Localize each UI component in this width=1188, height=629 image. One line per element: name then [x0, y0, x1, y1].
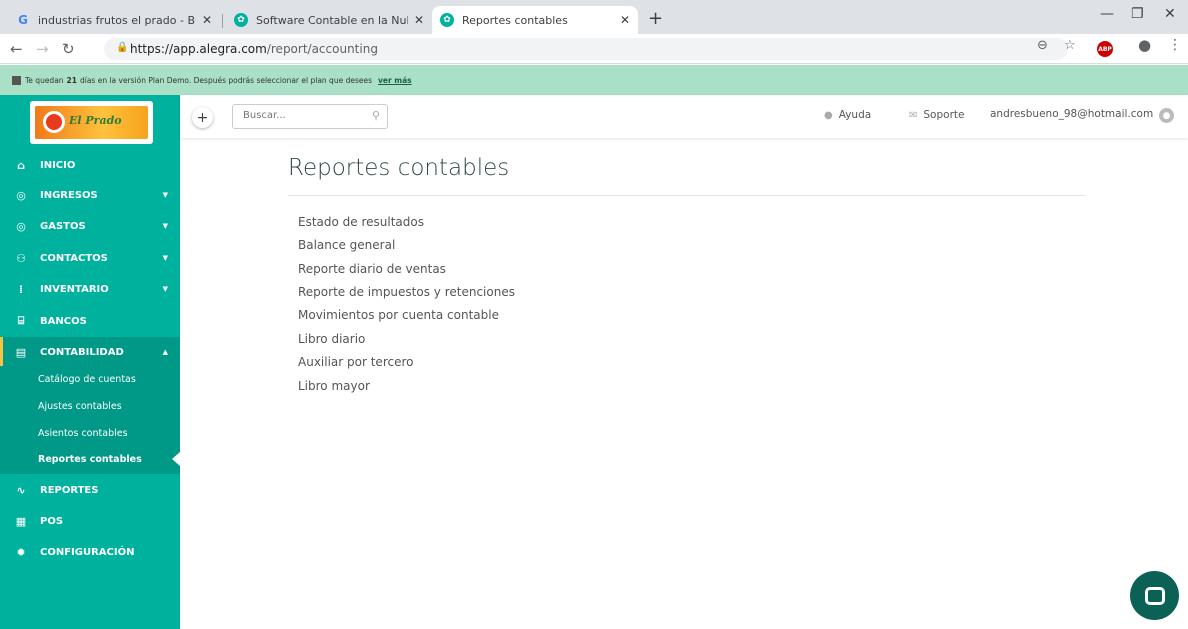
minimize-button[interactable]: —	[1100, 6, 1114, 22]
accounting-icon: ▤	[15, 345, 27, 359]
calendar-icon	[12, 75, 21, 85]
sidebar-item-bancos[interactable]: ⌸ BANCOS	[0, 306, 180, 336]
help-link[interactable]: ● Ayuda	[824, 109, 871, 121]
chat-launcher-button[interactable]	[1130, 571, 1179, 620]
gear-icon: ✹	[16, 545, 26, 559]
home-icon: ⌂	[17, 158, 25, 172]
bank-icon: ⌸	[17, 314, 25, 327]
close-window-button[interactable]: ✕	[1164, 6, 1176, 22]
submenu-item-reportes[interactable]: Reportes contables	[38, 454, 142, 465]
menu-dots-icon[interactable]: ⋮	[1168, 37, 1182, 53]
submenu-item-ajustes[interactable]: Ajustes contables	[38, 401, 122, 412]
envelope-icon: ✉	[909, 109, 918, 121]
divider	[288, 195, 1085, 196]
star-icon[interactable]: ☆	[1064, 38, 1076, 53]
user-avatar-icon[interactable]: ●	[1159, 108, 1174, 123]
report-link-balance-general[interactable]: Balance general	[298, 238, 395, 252]
report-link-estado-resultados[interactable]: Estado de resultados	[298, 215, 424, 229]
back-icon[interactable]: ←	[10, 40, 23, 58]
report-link-libro-diario[interactable]: Libro diario	[298, 332, 365, 346]
chat-icon	[1144, 586, 1165, 605]
report-link-auxiliar-tercero[interactable]: Auxiliar por tercero	[298, 355, 413, 369]
chevron-down-icon: ▼	[162, 191, 168, 199]
pos-icon: ▦	[15, 514, 27, 528]
page-title: Reportes contables	[288, 155, 510, 181]
sidebar-item-reportes[interactable]: ∿ REPORTES	[0, 475, 180, 505]
demo-banner: Te quedan 21 días en la versión Plan Dem…	[0, 65, 1188, 95]
restore-button[interactable]: ❐	[1131, 6, 1144, 22]
adblock-icon[interactable]: ABP	[1097, 41, 1113, 57]
chevron-down-icon: ▼	[162, 285, 168, 293]
report-link-diario-ventas[interactable]: Reporte diario de ventas	[298, 262, 446, 276]
url-field[interactable]: 🔒 https://app.alegra.com/report/accounti…	[104, 38, 1068, 60]
search-input[interactable]	[243, 110, 363, 121]
support-link[interactable]: ✉ Soporte	[909, 109, 964, 121]
sidebar-item-ingresos[interactable]: ◎ INGRESOS ▼	[0, 180, 180, 210]
close-tab-icon[interactable]: ✕	[620, 13, 630, 27]
sidebar-item-contabilidad[interactable]: ▤ CONTABILIDAD ▲	[0, 337, 180, 367]
new-tab-button[interactable]: +	[648, 8, 663, 29]
report-link-movimientos-cuenta[interactable]: Movimientos por cuenta contable	[298, 308, 499, 322]
report-link-impuestos-retenciones[interactable]: Reporte de impuestos y retenciones	[298, 285, 515, 299]
sidebar-item-contactos[interactable]: ⚇ CONTACTOS ▼	[0, 243, 180, 273]
alegra-icon: ✿	[440, 13, 454, 27]
tab-reportes-contables[interactable]: ✿ Reportes contables ✕	[432, 6, 638, 34]
app-header: + ⚲ ● Ayuda ✉ Soporte andresbueno_98@hot…	[180, 95, 1188, 138]
reports-icon: ∿	[16, 483, 26, 497]
chevron-down-icon: ▼	[162, 222, 168, 230]
sidebar-item-inventario[interactable]: ⁞ INVENTARIO ▼	[0, 274, 180, 304]
search-icon[interactable]: ⚲	[372, 109, 380, 122]
tab-google-search[interactable]: G industrias frutos el prado - Busca ✕	[8, 6, 220, 34]
help-icon: ●	[824, 109, 833, 121]
profile-icon[interactable]: ●	[1138, 36, 1151, 54]
active-caret-icon	[172, 452, 180, 466]
search-box: ⚲	[232, 104, 388, 129]
forward-icon[interactable]: →	[36, 40, 49, 58]
sidebar-item-configuracion[interactable]: ✹ CONFIGURACIÓN	[0, 537, 180, 567]
zoom-icon[interactable]: ⊖	[1037, 38, 1048, 53]
submenu-item-catalogo[interactable]: Catálogo de cuentas	[38, 374, 136, 385]
lock-icon: 🔒	[116, 42, 129, 53]
see-more-link[interactable]: ver más	[378, 76, 412, 85]
contacts-icon: ⚇	[16, 251, 26, 265]
user-menu[interactable]: andresbueno_98@hotmail.com	[990, 108, 1153, 120]
alegra-icon: ✿	[234, 13, 248, 27]
google-g-icon: G	[18, 13, 28, 27]
reload-icon[interactable]: ↻	[62, 40, 75, 58]
chevron-down-icon: ▼	[162, 254, 168, 262]
sidebar: El Prado ⌂ INICIO ◎ INGRESOS ▼ ◎ GASTOS …	[0, 95, 180, 629]
income-icon: ◎	[16, 188, 26, 202]
sidebar-item-gastos[interactable]: ◎ GASTOS ▼	[0, 211, 180, 241]
expenses-icon: ◎	[16, 219, 26, 233]
sidebar-item-inicio[interactable]: ⌂ INICIO	[0, 150, 180, 180]
address-bar: ← → ↻ 🔒 https://app.alegra.com/report/ac…	[0, 34, 1188, 64]
close-tab-icon[interactable]: ✕	[414, 13, 424, 27]
quick-add-button[interactable]: +	[192, 107, 213, 128]
company-logo[interactable]: El Prado	[30, 101, 153, 144]
report-link-libro-mayor[interactable]: Libro mayor	[298, 379, 370, 393]
chevron-up-icon: ▲	[162, 348, 168, 356]
inventory-icon: ⁞	[18, 282, 24, 296]
submenu-item-asientos[interactable]: Asientos contables	[38, 428, 128, 439]
close-tab-icon[interactable]: ✕	[202, 13, 212, 27]
contabilidad-submenu: Catálogo de cuentas Ajustes contables As…	[0, 366, 180, 474]
sidebar-item-pos[interactable]: ▦ POS	[0, 506, 180, 536]
browser-tab-strip: G industrias frutos el prado - Busca ✕ ✿…	[0, 0, 1188, 34]
tab-alegra-software[interactable]: ✿ Software Contable en la Nube pa ✕	[226, 6, 432, 34]
